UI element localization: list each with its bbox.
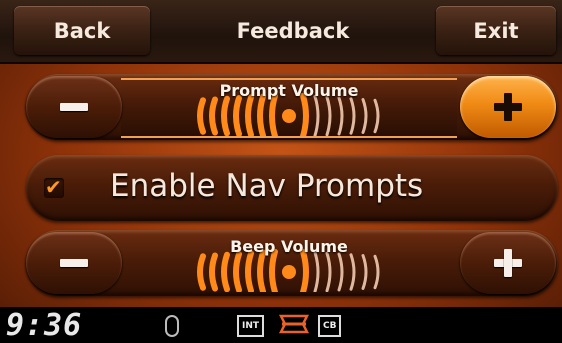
beep-volume-wave-3 — [233, 251, 242, 292]
prompt-volume-wave-13 — [373, 98, 380, 134]
plus-icon — [460, 232, 556, 294]
prompt-volume-row: Prompt Volume — [26, 74, 558, 140]
prompt-volume-wave-9 — [325, 95, 332, 136]
beep-volume-wave-2 — [245, 250, 254, 292]
enable-nav-prompts-label: Enable Nav Prompts — [110, 168, 424, 204]
beep-volume-wave-11 — [349, 253, 356, 291]
prompt-volume-wave-8 — [313, 95, 320, 136]
prompt-volume-wave-1 — [257, 93, 266, 136]
microphone-icon — [165, 315, 179, 337]
prompt-volume-wave-5 — [209, 96, 218, 136]
prompt-volume-wave-7 — [300, 92, 309, 136]
prompt-volume-wave-10 — [337, 96, 344, 136]
beep-volume-level-dot — [282, 265, 296, 279]
prompt-volume-wave-12 — [361, 98, 368, 134]
plus-icon — [460, 76, 556, 138]
beep-volume-wave-7 — [300, 248, 309, 292]
prompt-volume-wave-11 — [349, 97, 356, 135]
beep-volume-decrease-button[interactable] — [26, 232, 122, 294]
status-bar: 9:36 INT CB — [0, 307, 562, 343]
beep-volume-increase-button[interactable] — [460, 232, 556, 294]
beep-volume-wave-8 — [313, 251, 320, 292]
exit-button[interactable]: Exit — [436, 6, 556, 55]
beep-volume-wave-9 — [325, 251, 332, 292]
beep-volume-wave-5 — [209, 252, 218, 292]
back-button[interactable]: Back — [14, 6, 150, 55]
harley-logo-icon — [278, 314, 310, 334]
minus-icon — [26, 232, 122, 294]
beep-volume-row: Beep Volume — [26, 230, 558, 296]
clock: 9:36 — [6, 308, 83, 343]
beep-volume-wave-1 — [257, 249, 266, 292]
beep-volume-wave-13 — [373, 254, 380, 290]
intercom-badge[interactable]: INT — [237, 315, 265, 337]
header-bar: Back Feedback Exit — [0, 0, 562, 64]
beep-volume-wave-12 — [361, 254, 368, 290]
prompt-volume-level-dot — [282, 109, 296, 123]
minus-icon — [26, 76, 122, 138]
cb-radio-badge[interactable]: CB — [318, 315, 342, 337]
prompt-volume-wave-3 — [233, 95, 242, 136]
prompt-volume-wave-2 — [245, 94, 254, 136]
prompt-volume-label: Prompt Volume — [219, 81, 359, 100]
beep-volume-slider[interactable]: Beep Volume — [121, 236, 457, 292]
enable-nav-prompts-row[interactable]: ✔ Enable Nav Prompts — [26, 155, 558, 221]
beep-volume-wave-10 — [337, 252, 344, 292]
prompt-volume-increase-button[interactable] — [460, 76, 556, 138]
page-title: Feedback — [236, 18, 350, 43]
screen: Back Feedback Exit Prompt Volume ✔ Enabl… — [0, 0, 562, 343]
checkmark-icon: ✔ — [45, 175, 62, 199]
beep-volume-wave-4 — [221, 251, 230, 292]
prompt-volume-slider[interactable]: Prompt Volume — [121, 78, 457, 138]
beep-volume-wave-0 — [269, 248, 278, 292]
enable-nav-prompts-checkbox[interactable]: ✔ — [44, 175, 64, 199]
beep-volume-wave-6 — [197, 253, 206, 291]
beep-volume-label: Beep Volume — [230, 237, 348, 256]
prompt-volume-decrease-button[interactable] — [26, 76, 122, 138]
prompt-volume-wave-0 — [269, 92, 278, 136]
prompt-volume-wave-4 — [221, 95, 230, 136]
prompt-volume-wave-6 — [197, 97, 206, 135]
